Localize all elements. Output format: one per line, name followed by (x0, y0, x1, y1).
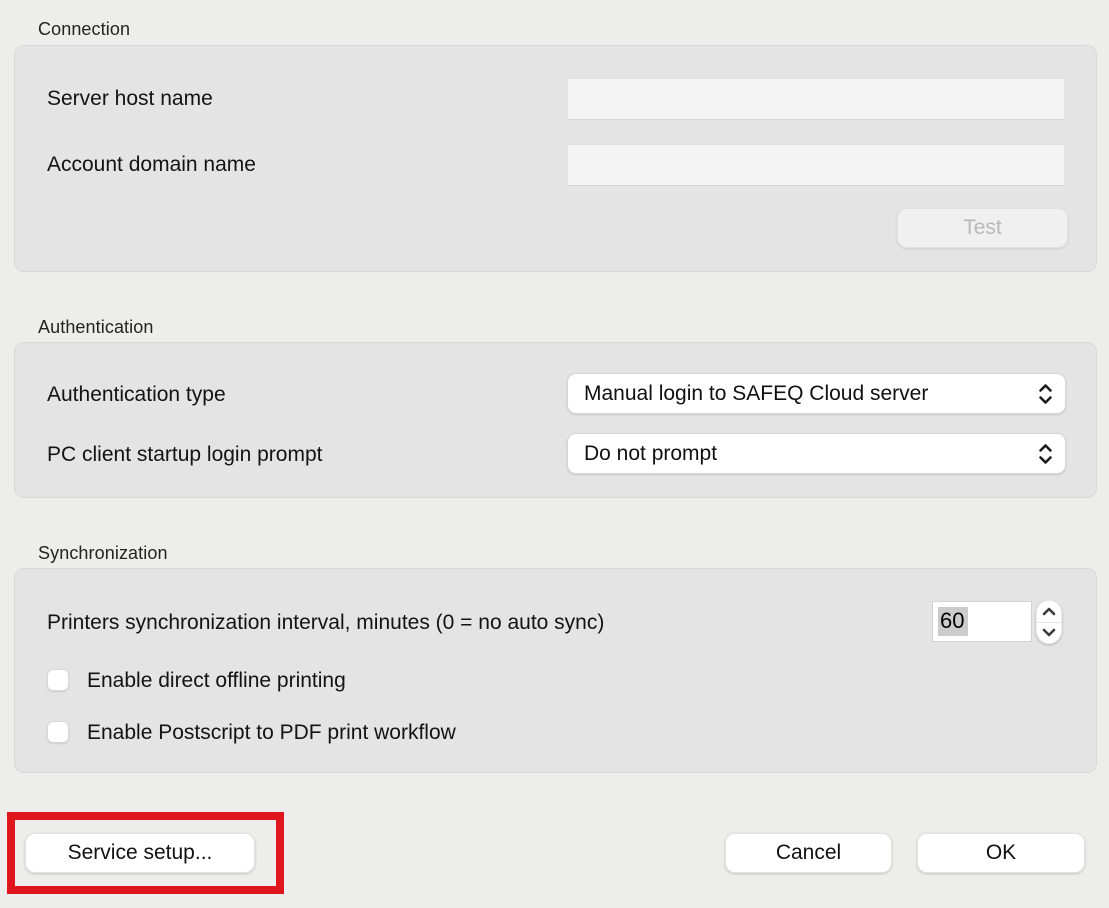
postscript-pdf-label[interactable]: Enable Postscript to PDF print workflow (87, 721, 456, 745)
sync-interval-label: Printers synchronization interval, minut… (47, 611, 604, 635)
authentication-type-value: Manual login to SAFEQ Cloud server (584, 382, 1038, 406)
chevron-up-down-icon (1038, 383, 1053, 405)
synchronization-section-header: Synchronization (38, 543, 168, 564)
chevron-up-down-icon (1038, 443, 1053, 465)
account-domain-name-input[interactable] (567, 144, 1065, 186)
ok-button[interactable]: OK (917, 833, 1085, 873)
startup-login-prompt-label: PC client startup login prompt (47, 443, 322, 467)
server-host-name-label: Server host name (47, 87, 213, 111)
stepper-up-icon[interactable] (1037, 601, 1061, 622)
authentication-type-label: Authentication type (47, 383, 226, 407)
stepper-down-icon[interactable] (1037, 622, 1061, 644)
offline-printing-checkbox[interactable] (47, 669, 69, 691)
postscript-pdf-checkbox[interactable] (47, 721, 69, 743)
cancel-button[interactable]: Cancel (725, 833, 892, 873)
service-setup-button[interactable]: Service setup... (25, 833, 255, 873)
test-button[interactable]: Test (897, 208, 1068, 248)
offline-printing-label[interactable]: Enable direct offline printing (87, 669, 346, 693)
settings-dialog: Connection Server host name Account doma… (0, 0, 1109, 908)
startup-login-prompt-select[interactable]: Do not prompt (567, 433, 1066, 474)
server-host-name-input[interactable] (567, 78, 1065, 120)
authentication-panel (14, 342, 1097, 498)
authentication-type-select[interactable]: Manual login to SAFEQ Cloud server (567, 373, 1066, 414)
sync-interval-input[interactable]: 60 (932, 601, 1032, 642)
sync-interval-value: 60 (938, 607, 968, 636)
sync-interval-stepper[interactable] (1036, 600, 1062, 644)
connection-section-header: Connection (38, 19, 130, 40)
startup-login-prompt-value: Do not prompt (584, 442, 1038, 466)
account-domain-name-label: Account domain name (47, 153, 256, 177)
authentication-section-header: Authentication (38, 317, 153, 338)
